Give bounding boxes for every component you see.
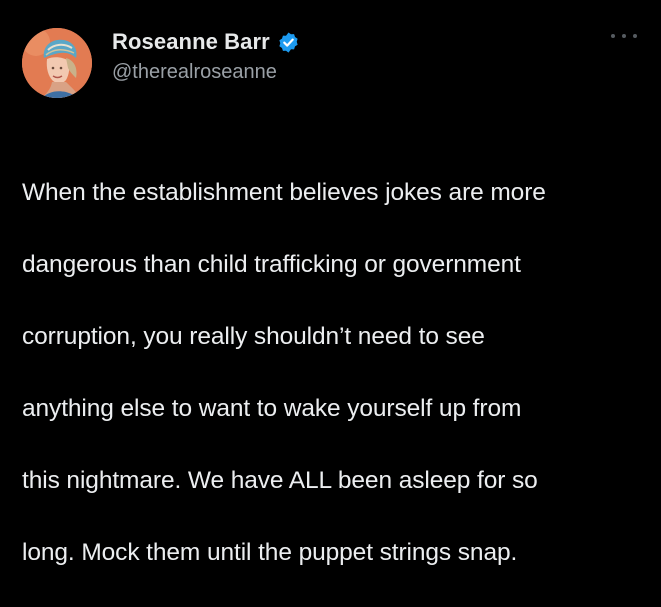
tweet-text-line: long. Mock them until the puppet strings…	[22, 539, 518, 566]
profile-photo-icon	[22, 28, 92, 98]
tweet-text-line: dangerous than child trafficking or gove…	[22, 251, 521, 278]
tweet-text: When the establishment believes jokes ar…	[22, 139, 647, 607]
tweet-text-line: corruption, you really shouldn’t need to…	[22, 323, 485, 350]
dot	[611, 34, 615, 38]
tweet-text-line: anything else to want to wake yourself u…	[22, 395, 522, 422]
tweet-text-line: When the establishment believes jokes ar…	[22, 179, 546, 206]
more-options-icon[interactable]	[611, 30, 637, 42]
tweet-text-line: this nightmare. We have ALL been asleep …	[22, 467, 538, 494]
author-handle[interactable]: @therealroseanne	[112, 61, 277, 84]
dot	[622, 34, 626, 38]
author-name-row: Roseanne Barr	[112, 26, 300, 58]
dot	[633, 34, 637, 38]
verified-badge-icon	[277, 31, 300, 54]
author-display-name[interactable]: Roseanne Barr	[112, 29, 270, 55]
avatar[interactable]	[22, 28, 92, 98]
tweet-card: Roseanne Barr @therealroseanne When the …	[0, 0, 661, 566]
